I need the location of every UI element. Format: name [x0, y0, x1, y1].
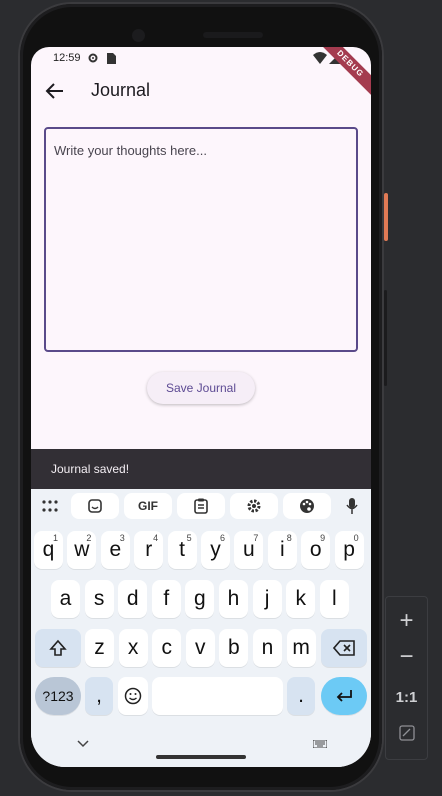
key-v[interactable]: v: [185, 629, 215, 667]
journal-textarea[interactable]: [46, 129, 356, 350]
key-number-hint: 3: [119, 533, 125, 543]
key-j[interactable]: j: [252, 580, 282, 618]
key-number-hint: 7: [253, 533, 259, 543]
status-time: 12:59: [53, 52, 81, 64]
key-number-hint: 2: [86, 533, 92, 543]
clipboard-icon[interactable]: [177, 493, 225, 519]
system-nav-bar: [31, 731, 371, 767]
palette-icon[interactable]: [283, 493, 331, 519]
journal-field[interactable]: [44, 127, 358, 352]
key-x[interactable]: x: [118, 629, 148, 667]
key-d[interactable]: d: [118, 580, 148, 618]
soft-keyboard: GIF q1w2e3r4t5y6u7i8o9p0 asdfghjkl zxcv: [31, 489, 371, 767]
key-r[interactable]: r4: [134, 531, 164, 569]
emulator-zoom-panel: + − 1:1: [385, 596, 428, 760]
wifi-icon: [313, 52, 327, 67]
key-o[interactable]: o9: [301, 531, 331, 569]
key-number-hint: 4: [153, 533, 159, 543]
period-key[interactable]: .: [287, 677, 315, 715]
shift-icon: [49, 639, 67, 656]
earpiece-speaker: [203, 32, 263, 38]
key-q[interactable]: q1: [34, 531, 63, 569]
comma-key[interactable]: ,: [85, 677, 113, 715]
zoom-in-icon[interactable]: +: [386, 607, 427, 635]
symbols-key[interactable]: ?123: [35, 677, 81, 715]
actual-size-button[interactable]: 1:1: [386, 689, 427, 706]
key-number-hint: 5: [186, 533, 192, 543]
key-number-hint: 9: [320, 533, 326, 543]
key-number-hint: 8: [286, 533, 292, 543]
emoji-key[interactable]: [118, 677, 148, 715]
gif-button[interactable]: GIF: [124, 493, 172, 519]
key-u[interactable]: u7: [234, 531, 264, 569]
key-a[interactable]: a: [51, 580, 80, 618]
key-l[interactable]: l: [319, 580, 349, 618]
volume-rocker[interactable]: [384, 290, 387, 386]
front-camera: [132, 29, 145, 42]
key-h[interactable]: h: [219, 580, 248, 618]
microphone-icon[interactable]: [337, 493, 367, 519]
enter-key[interactable]: [321, 677, 367, 715]
back-button[interactable]: [43, 79, 67, 103]
chevron-down-icon[interactable]: [77, 735, 89, 753]
key-number-hint: 1: [52, 533, 58, 543]
save-journal-button[interactable]: Save Journal: [147, 372, 255, 404]
key-t[interactable]: t5: [167, 531, 197, 569]
key-m[interactable]: m: [286, 629, 316, 667]
zoom-out-icon[interactable]: −: [386, 643, 427, 671]
enter-icon: [336, 690, 352, 702]
snackbar: Journal saved!: [31, 449, 371, 489]
keyboard-switch-icon[interactable]: [312, 735, 328, 753]
key-number-hint: 6: [219, 533, 225, 543]
apps-grid-icon[interactable]: [35, 493, 65, 519]
smiley-icon: [124, 687, 142, 705]
home-gesture-pill[interactable]: [156, 755, 246, 759]
key-s[interactable]: s: [84, 580, 114, 618]
sim-card-icon: [107, 52, 116, 67]
key-label: i: [279, 538, 285, 561]
gear-icon[interactable]: [230, 493, 278, 519]
key-e[interactable]: e3: [100, 531, 130, 569]
key-c[interactable]: c: [152, 629, 182, 667]
key-label: t: [179, 538, 186, 561]
settings-status-icon: [87, 52, 99, 67]
backspace-key[interactable]: [321, 629, 367, 667]
snackbar-message: Journal saved!: [51, 462, 130, 476]
space-key[interactable]: [152, 677, 283, 715]
key-y[interactable]: y6: [201, 531, 230, 569]
key-p[interactable]: p0: [334, 531, 364, 569]
keyboard-toolbar: GIF: [31, 493, 371, 521]
sticker-icon[interactable]: [71, 493, 119, 519]
app-screen: 12:59 DEBUG Journal Save Journal Journal…: [31, 47, 371, 767]
status-bar: 12:59 DEBUG: [31, 47, 371, 100]
key-g[interactable]: g: [185, 580, 215, 618]
key-z[interactable]: z: [85, 629, 114, 667]
key-f[interactable]: f: [151, 580, 181, 618]
key-number-hint: 0: [353, 533, 359, 543]
key-i[interactable]: i8: [267, 531, 297, 569]
power-button[interactable]: [384, 193, 388, 241]
key-label: r: [145, 538, 153, 561]
key-w[interactable]: w2: [67, 531, 97, 569]
key-n[interactable]: n: [253, 629, 282, 667]
page-title: Journal: [91, 80, 151, 100]
arrow-back-icon: [45, 83, 63, 99]
backspace-icon: [333, 640, 355, 656]
key-k[interactable]: k: [286, 580, 316, 618]
shift-key[interactable]: [35, 629, 81, 667]
key-b[interactable]: b: [219, 629, 249, 667]
fit-screen-icon[interactable]: [386, 725, 427, 746]
app-bar: Journal: [31, 71, 371, 111]
